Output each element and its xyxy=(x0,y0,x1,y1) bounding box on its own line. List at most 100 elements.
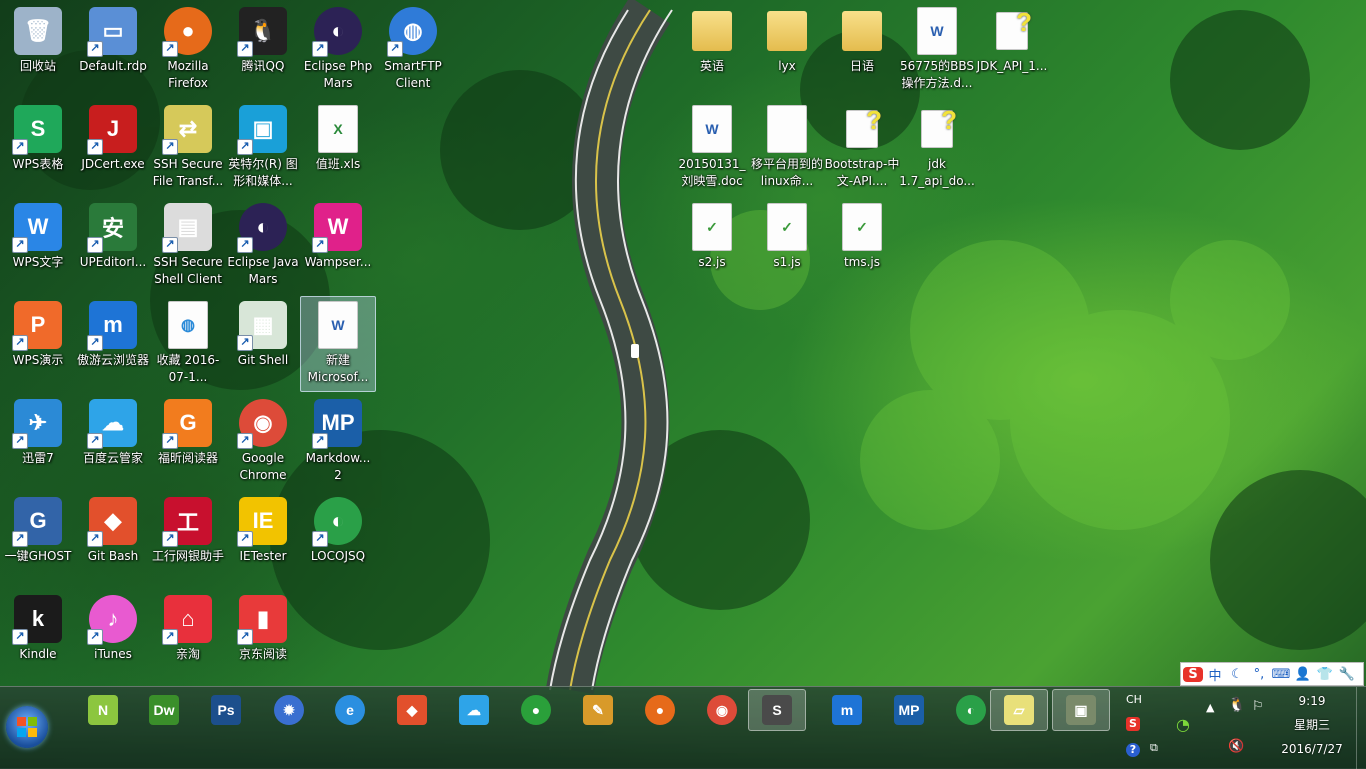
desktop-icon[interactable]: ◐ ↗ Eclipse Php Mars xyxy=(300,2,376,98)
taskbar-app[interactable]: e xyxy=(321,689,379,731)
desktop-icon[interactable]: ? JDK_API_1... xyxy=(974,2,1050,98)
taskbar-app[interactable]: ◆ xyxy=(383,689,441,731)
settings-gear-icon: ✹ xyxy=(274,695,304,725)
desktop-icon[interactable]: ⇄ ↗ SSH Secure File Transf... xyxy=(150,100,226,196)
desktop-icon[interactable]: ? Bootstrap-中文-API.... xyxy=(824,100,900,196)
volume-muted-icon[interactable]: 🔇 xyxy=(1228,739,1244,754)
taskbar-app[interactable]: ✹ xyxy=(260,689,318,731)
desktop-icon[interactable]: ✈ ↗ 迅雷7 xyxy=(0,394,76,490)
desktop-icon[interactable]: W ↗ WPS文字 xyxy=(0,198,76,294)
desktop-icon[interactable]: W 20150131_刘映雪.doc xyxy=(674,100,750,196)
show-hidden-icons-button[interactable]: ▲ xyxy=(1206,701,1214,714)
desktop-icon[interactable]: ⌂ ↗ 亲淘 xyxy=(150,590,226,686)
ime-toolbar-item[interactable]: ☾ xyxy=(1227,667,1247,682)
desktop-icon[interactable]: 安 ↗ UPEditorI... xyxy=(75,198,151,294)
taskbar-app[interactable]: ● xyxy=(507,689,565,731)
desktop-icon[interactable]: ◐ ↗ LOCOJSQ xyxy=(300,492,376,588)
desktop-icon[interactable]: m ↗ 傲游云浏览器 xyxy=(75,296,151,392)
show-desktop-button[interactable] xyxy=(1356,687,1366,769)
desktop-icon[interactable]: ? jdk 1.7_api_do... xyxy=(899,100,975,196)
markdownpad-icon: MP xyxy=(894,695,924,725)
sogou-input-icon[interactable]: S xyxy=(1126,717,1140,731)
action-center-icon[interactable]: ⚐ xyxy=(1252,699,1264,714)
desktop-icon[interactable]: 🗑 回收站 xyxy=(0,2,76,98)
desktop-icon-label: WPS文字 xyxy=(12,255,64,269)
taskbar-app[interactable]: m xyxy=(818,689,876,731)
desktop-icon[interactable]: ✓ s1.js xyxy=(749,198,825,294)
desktop-icon[interactable]: ● ↗ Mozilla Firefox xyxy=(150,2,226,98)
desktop-icon[interactable]: J ↗ JDCert.exe xyxy=(75,100,151,196)
desktop-icon[interactable]: ▣ ↗ 英特尔(R) 图形和媒体... xyxy=(225,100,301,196)
restore-icon[interactable]: ⧉ xyxy=(1150,741,1158,755)
desktop-icon[interactable]: ☁ ↗ 百度云管家 xyxy=(75,394,151,490)
shortcut-arrow-icon: ↗ xyxy=(237,237,253,253)
taskbar: N Dw Ps ✹ e ◆ ☁ ● ✎ ● ◉ Sm MP ◐ ▱ ▣ CH S ? ⧉ ▲ 🐧 ⚐ ◔ 🔇 … xyxy=(0,686,1366,769)
desktop-icon[interactable]: ◐ ↗ Eclipse Java Mars xyxy=(225,198,301,294)
maxthon-icon: m xyxy=(832,695,862,725)
desktop-icon[interactable]: ▮ ↗ 京东阅读 xyxy=(225,590,301,686)
taskbar-app[interactable]: ● xyxy=(631,689,689,731)
ime-toolbar-item[interactable]: 🔧 xyxy=(1337,667,1357,682)
ime-toolbar-item[interactable]: 中 xyxy=(1205,665,1225,684)
desktop-icon[interactable]: ✓ s2.js xyxy=(674,198,750,294)
taskbar-app[interactable]: MP xyxy=(880,689,938,731)
desktop-icon[interactable]: ▤ ↗ SSH Secure Shell Client xyxy=(150,198,226,294)
desktop-icon-label: 百度云管家 xyxy=(82,451,143,465)
desktop-icon[interactable]: ◉ ↗ Google Chrome xyxy=(225,394,301,490)
desktop-icon[interactable]: P ↗ WPS演示 xyxy=(0,296,76,392)
desktop-icon[interactable]: W ↗ Wampser... xyxy=(300,198,376,294)
desktop-icon[interactable]: ♪ ↗ iTunes xyxy=(75,590,151,686)
desktop-icon[interactable]: ▦ ↗ Git Shell xyxy=(225,296,301,392)
desktop-icon[interactable]: W 新建 Microsof... xyxy=(300,296,376,392)
desktop-icon[interactable]: ◍ ↗ SmartFTP Client xyxy=(375,2,451,98)
taskbar-app[interactable]: Ps xyxy=(197,689,255,731)
desktop-icon[interactable]: 英语 xyxy=(674,2,750,98)
wps-writer-icon: W ↗ xyxy=(12,203,62,253)
taskbar-app[interactable]: ☁ xyxy=(445,689,503,731)
help-icon[interactable]: ? xyxy=(1126,743,1140,757)
taskbar-app[interactable]: Dw xyxy=(135,689,193,731)
start-button[interactable] xyxy=(6,706,48,748)
desktop-icon[interactable]: MP ↗ Markdow... 2 xyxy=(300,394,376,490)
ime-toolbar-item[interactable]: °, xyxy=(1249,667,1269,682)
language-indicator[interactable]: CH xyxy=(1126,693,1142,706)
desktop-icon[interactable]: 移平台用到的linux命... xyxy=(749,100,825,196)
taskbar-app[interactable]: ▱ xyxy=(990,689,1048,731)
desktop-icon[interactable]: ▭ ↗ Default.rdp xyxy=(75,2,151,98)
qq-tray-icon[interactable]: 🐧 xyxy=(1228,697,1245,713)
desktop-icon-label: iTunes xyxy=(94,647,132,661)
desktop-icon[interactable]: IE ↗ IETester xyxy=(225,492,301,588)
desktop-icon[interactable]: ◆ ↗ Git Bash xyxy=(75,492,151,588)
desktop-icon[interactable]: X 值班.xls xyxy=(300,100,376,196)
taskbar-app[interactable]: ▣ xyxy=(1052,689,1110,731)
shortcut-arrow-icon: ↗ xyxy=(87,41,103,57)
wifi-icon[interactable]: ◔ xyxy=(1176,715,1190,734)
desktop-icon[interactable]: G ↗ 福昕阅读器 xyxy=(150,394,226,490)
ime-toolbar[interactable]: S 中 ☾ °, ⌨ 👤 👕 🔧 xyxy=(1180,662,1364,686)
desktop-icon[interactable]: 工 ↗ 工行网银助手 xyxy=(150,492,226,588)
shortcut-arrow-icon: ↗ xyxy=(162,41,178,57)
desktop-icon[interactable]: ◍ 收藏 2016-07-1... xyxy=(150,296,226,392)
ime-toolbar-item[interactable]: 👤 xyxy=(1293,667,1313,682)
taskbar-app[interactable]: ◉ xyxy=(693,689,751,731)
desktop-icon[interactable]: G ↗ 一键GHOST xyxy=(0,492,76,588)
taskbar-app[interactable]: S xyxy=(748,689,806,731)
desktop-icon[interactable]: 🐧 ↗ 腾讯QQ xyxy=(225,2,301,98)
web-shortcut-icon: ◍ xyxy=(164,301,212,349)
ime-toolbar-item[interactable]: S xyxy=(1183,666,1203,682)
desktop-icon[interactable]: ✓ tms.js xyxy=(824,198,900,294)
clock[interactable]: 9:19 星期三 2016/7/27 xyxy=(1272,689,1352,761)
desktop-icon[interactable]: S ↗ WPS表格 xyxy=(0,100,76,196)
desktop-icon-label: 英语 xyxy=(699,59,724,73)
taskbar-app[interactable]: ✎ xyxy=(569,689,627,731)
taskbar-app[interactable]: N xyxy=(74,689,132,731)
desktop-icon[interactable]: W 56775的BBS操作方法.d... xyxy=(899,2,975,98)
ime-toolbar-item[interactable]: 👕 xyxy=(1315,667,1335,682)
ime-toolbar-item[interactable]: ⌨ xyxy=(1271,667,1291,682)
shortcut-arrow-icon: ↗ xyxy=(237,531,253,547)
desktop-icon[interactable]: lyx xyxy=(749,2,825,98)
desktop-icon[interactable]: k ↗ Kindle xyxy=(0,590,76,686)
desktop-icon-label: 回收站 xyxy=(19,59,56,73)
desktop-icon-label: Wampser... xyxy=(304,255,372,269)
desktop-icon[interactable]: 日语 xyxy=(824,2,900,98)
